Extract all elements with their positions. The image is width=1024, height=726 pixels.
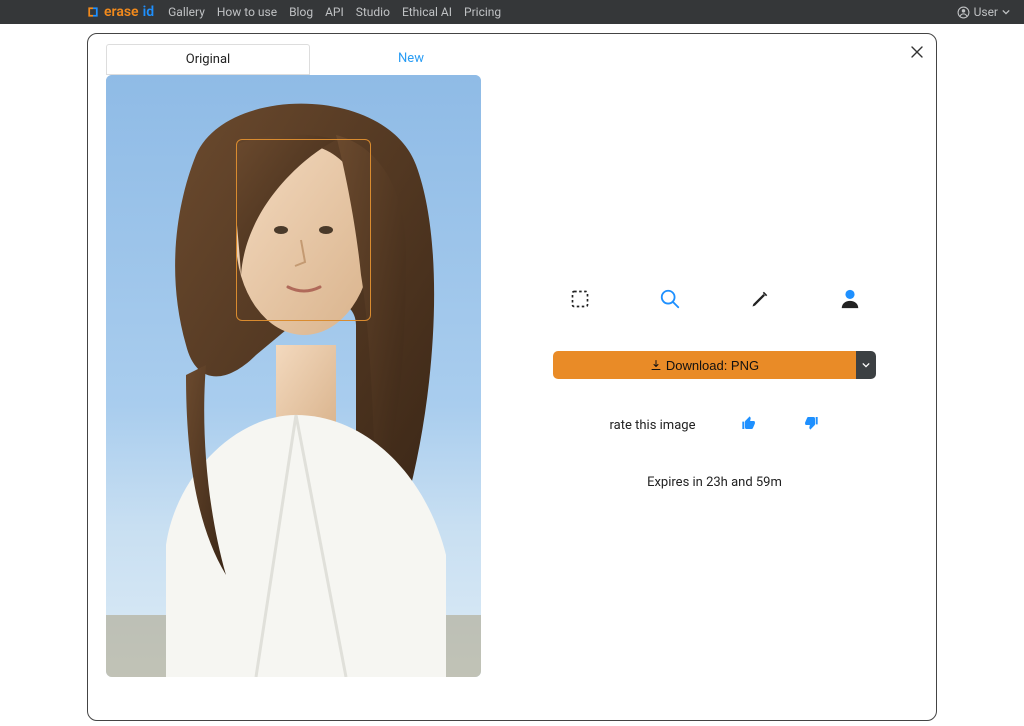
tab-new[interactable]: New (310, 44, 512, 75)
nav-link-api[interactable]: API (325, 5, 344, 19)
edit-tool-button[interactable] (746, 285, 774, 313)
zoom-tool-button[interactable] (656, 285, 684, 313)
download-format-toggle[interactable] (856, 351, 876, 379)
expires-label: Expires in 23h and 59m (647, 475, 782, 490)
brand-logo-icon (86, 5, 100, 19)
brand-text-erase: erase (104, 4, 139, 20)
user-menu[interactable]: User (957, 5, 1010, 19)
right-panel: Download: PNG rate this image Expires in… (511, 75, 918, 677)
modal-content: Download: PNG rate this image Expires in… (88, 75, 936, 695)
selection-icon (570, 289, 590, 309)
pencil-icon (750, 289, 770, 309)
original-image (106, 75, 481, 677)
nav-link-pricing[interactable]: Pricing (464, 5, 501, 19)
thumbs-down-icon (803, 415, 819, 431)
user-icon (957, 6, 970, 19)
rate-label: rate this image (610, 418, 696, 433)
brand[interactable]: eraseid (86, 4, 154, 20)
download-button[interactable]: Download: PNG (553, 351, 856, 379)
nav-link-ethicalai[interactable]: Ethical AI (402, 5, 452, 19)
result-modal: Original New (87, 33, 937, 721)
navbar-left: eraseid Gallery How to use Blog API Stud… (86, 4, 501, 20)
thumbs-up-button[interactable] (741, 415, 757, 435)
nav-links: Gallery How to use Blog API Studio Ethic… (168, 5, 501, 19)
thumbs-down-button[interactable] (803, 415, 819, 435)
person-icon (839, 288, 861, 310)
user-label: User (974, 5, 998, 19)
close-button[interactable] (910, 44, 924, 63)
face-detection-box (236, 139, 371, 321)
caret-down-icon (862, 361, 870, 369)
download-label: Download: PNG (666, 358, 759, 373)
download-row: Download: PNG (553, 351, 876, 379)
tab-original[interactable]: Original (106, 44, 310, 75)
nav-link-blog[interactable]: Blog (289, 5, 313, 19)
select-tool-button[interactable] (566, 285, 594, 313)
close-icon (910, 45, 924, 59)
brand-text-id: id (143, 4, 155, 20)
thumbs-up-icon (741, 415, 757, 431)
tool-row (566, 285, 864, 313)
image-tabs: Original New (106, 44, 512, 75)
nav-link-howtouse[interactable]: How to use (217, 5, 277, 19)
nav-link-gallery[interactable]: Gallery (168, 5, 205, 19)
rate-row: rate this image (610, 415, 820, 435)
search-icon (659, 288, 681, 310)
download-icon (650, 359, 662, 371)
nav-link-studio[interactable]: Studio (356, 5, 390, 19)
chevron-down-icon (1002, 8, 1010, 16)
top-navbar: eraseid Gallery How to use Blog API Stud… (0, 0, 1024, 24)
person-tool-button[interactable] (836, 285, 864, 313)
